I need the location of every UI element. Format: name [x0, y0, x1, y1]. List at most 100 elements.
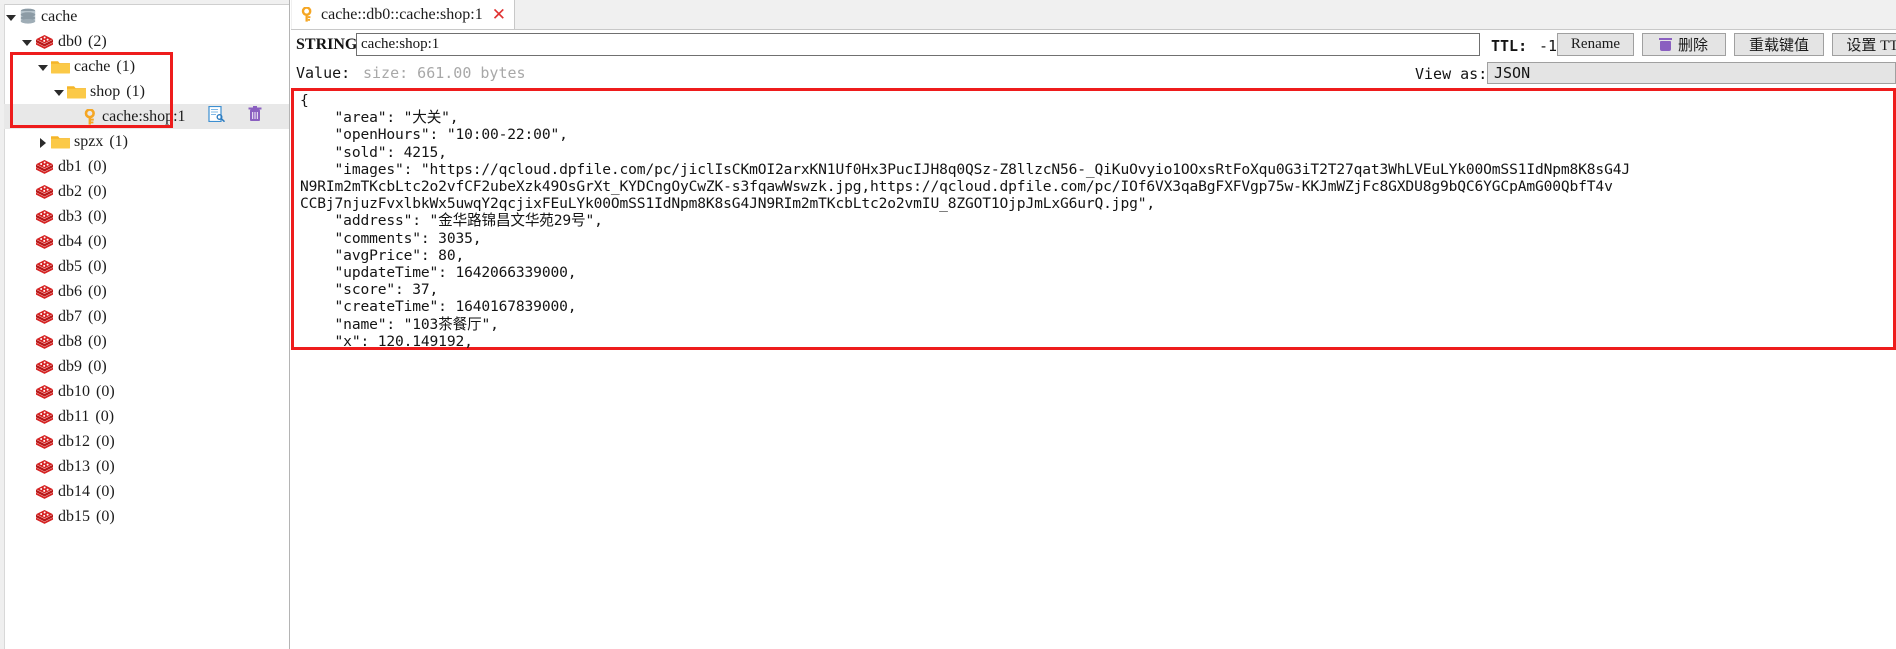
tree-item-db3[interactable]: db3 (0): [4, 204, 289, 229]
tree-item-db0[interactable]: db0 (2): [4, 29, 289, 54]
set-ttl-button[interactable]: 设置 TTL: [1832, 33, 1896, 56]
tree-item-cache[interactable]: cache: [4, 4, 289, 29]
tree-item-spzx[interactable]: spzx (1): [4, 129, 289, 154]
tree-highlight-box: [10, 52, 173, 128]
edit-key-icon[interactable]: [208, 105, 225, 123]
tree-item-label: db15: [58, 507, 90, 525]
value-header-row: Value: size: 661.00 bytes View as: JSON: [291, 61, 1896, 85]
database-icon: [35, 234, 54, 250]
tree-item-label: spzx: [74, 132, 104, 150]
tree-item-db14[interactable]: db14 (0): [4, 479, 289, 504]
database-icon: [35, 184, 54, 200]
tree-item-db9[interactable]: db9 (0): [4, 354, 289, 379]
tree-item-db4[interactable]: db4 (0): [4, 229, 289, 254]
tree-item-db12[interactable]: db12 (0): [4, 429, 289, 454]
value-json-viewer[interactable]: { "area": "大关", "openHours": "10:00-22:0…: [291, 88, 1896, 419]
tree-item-label: db2: [58, 182, 82, 200]
tree-item-db1[interactable]: db1 (0): [4, 154, 289, 179]
tree-item-count: (0): [88, 157, 107, 175]
database-icon: [35, 209, 54, 225]
value-label: Value:: [296, 64, 351, 82]
tree-item-label: db10: [58, 382, 90, 400]
tree-item-label: db5: [58, 257, 82, 275]
tree-item-count: (0): [96, 507, 115, 525]
tree-item-count: (0): [96, 382, 115, 400]
value-size-text: size: 661.00 bytes: [363, 64, 526, 82]
set-ttl-button-label: 设置 TTL: [1846, 38, 1896, 54]
chevron-right-icon[interactable]: [36, 135, 50, 149]
database-icon: [35, 409, 54, 425]
tree-item-db15[interactable]: db15 (0): [4, 504, 289, 529]
server-icon: [19, 8, 37, 25]
tree-item-db13[interactable]: db13 (0): [4, 454, 289, 479]
delete-button[interactable]: 删除: [1642, 33, 1726, 56]
reload-button-label: 重载键值: [1748, 38, 1809, 54]
database-icon: [35, 334, 54, 350]
key-name-input[interactable]: [356, 33, 1480, 56]
ttl-value: -1: [1539, 37, 1558, 55]
tree-item-count: (0): [96, 457, 115, 475]
tree-item-db5[interactable]: db5 (0): [4, 254, 289, 279]
folder-icon: [50, 134, 71, 149]
tree-item-count: (0): [95, 407, 115, 425]
database-icon: [35, 159, 54, 175]
tree-item-count: (0): [88, 282, 107, 300]
tree-item-db7[interactable]: db7 (0): [4, 304, 289, 329]
view-as-value: JSON: [1494, 64, 1531, 82]
tree-item-label: db12: [58, 432, 90, 450]
tree-item-count: (0): [88, 232, 107, 250]
tree-item-count: (0): [88, 307, 107, 325]
chevron-down-icon[interactable]: [4, 10, 18, 24]
tree-item-label: db4: [58, 232, 82, 250]
tree-item-count: (0): [88, 357, 107, 375]
tree-item-count: (0): [88, 257, 107, 275]
tab-close-icon[interactable]: ✕: [492, 5, 506, 25]
tree-item-db2[interactable]: db2 (0): [4, 179, 289, 204]
database-icon: [35, 34, 54, 50]
tree-item-label: db13: [58, 457, 90, 475]
database-icon: [35, 284, 54, 300]
tree-item-db10[interactable]: db10 (0): [4, 379, 289, 404]
tree-item-count: (1): [109, 132, 128, 150]
tree-item-db8[interactable]: db8 (0): [4, 329, 289, 354]
tree-item-label: db0: [58, 32, 82, 50]
tab-cache-shop-1[interactable]: cache::db0::cache:shop:1 ✕: [292, 0, 515, 29]
database-icon: [35, 459, 54, 475]
tree-item-label: db14: [58, 482, 90, 500]
rename-button[interactable]: Rename: [1557, 33, 1634, 56]
database-icon: [35, 509, 54, 525]
database-icon: [35, 309, 54, 325]
tree-item-label: cache: [41, 7, 78, 25]
redis-desktop-manager-window: cache db0 (2) cache (1) shop (1) cache:shop:1 sp…: [0, 0, 1896, 649]
tab-label: cache::db0::cache:shop:1: [321, 5, 483, 23]
view-as-label: View as:: [1415, 65, 1488, 83]
value-empty-area: [291, 352, 1896, 649]
view-as-select[interactable]: JSON: [1487, 62, 1896, 84]
ttl-label: TTL:: [1491, 37, 1528, 55]
tree-item-db6[interactable]: db6 (0): [4, 279, 289, 304]
tab-strip: cache::db0::cache:shop:1 ✕: [291, 0, 1896, 30]
trash-icon: [1658, 38, 1672, 51]
tree-item-count: (0): [88, 332, 107, 350]
tree-item-label: db11: [58, 407, 90, 425]
tree-item-db11[interactable]: db11 (0): [4, 404, 289, 429]
delete-key-icon[interactable]: [248, 106, 262, 122]
reload-button[interactable]: 重载键值: [1734, 33, 1824, 56]
database-icon: [35, 434, 54, 450]
tree-item-label: db3: [58, 207, 82, 225]
key-tree-sidebar: cache db0 (2) cache (1) shop (1) cache:shop:1 sp…: [0, 0, 290, 649]
tree-item-count: (0): [88, 207, 107, 225]
chevron-down-icon[interactable]: [20, 35, 34, 49]
key-icon: [300, 6, 314, 22]
delete-button-label: 删除: [1677, 38, 1708, 54]
